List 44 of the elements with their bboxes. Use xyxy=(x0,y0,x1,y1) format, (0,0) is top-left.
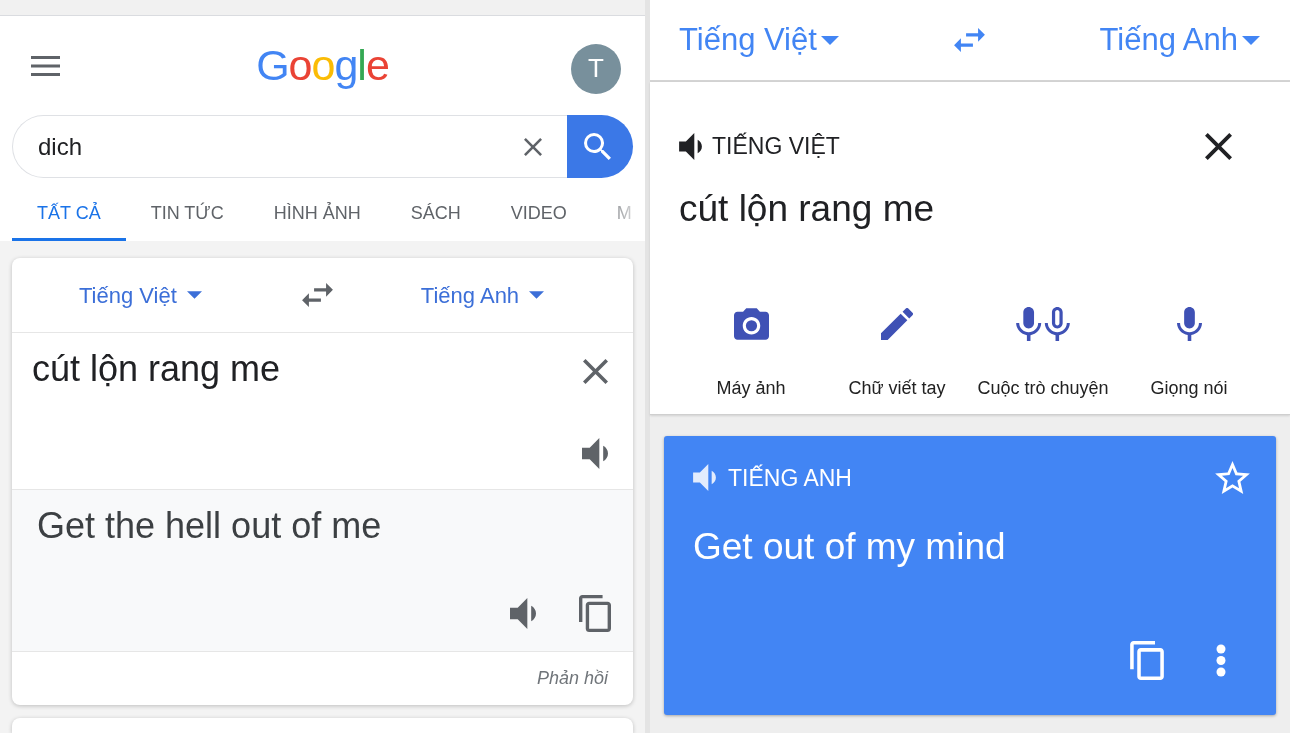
speaker-icon[interactable] xyxy=(582,438,608,469)
feedback-link[interactable]: Phản hồi xyxy=(536,665,608,692)
source-language-button[interactable]: Tiếng Việt xyxy=(79,278,202,312)
close-icon[interactable] xyxy=(583,359,608,384)
copy-icon[interactable] xyxy=(1130,641,1164,680)
camera-icon xyxy=(733,308,769,340)
tab[interactable]: TIN TỨC xyxy=(125,185,249,241)
target-language-button[interactable]: Tiếng Anh xyxy=(420,278,545,312)
target-language-button[interactable]: Tiếng Anh xyxy=(1099,16,1260,64)
two-microphones-icon xyxy=(1016,307,1070,341)
caret-icon xyxy=(186,291,202,299)
input-tool-button[interactable]: Giọng nói xyxy=(1116,304,1262,399)
more-icon[interactable] xyxy=(1216,644,1226,677)
source-text-field[interactable]: cút lộn rang me xyxy=(12,333,582,489)
caret-icon xyxy=(1242,35,1260,45)
close-icon[interactable] xyxy=(524,137,542,156)
search-button[interactable] xyxy=(567,115,633,178)
source-language-button[interactable]: Tiếng Việt xyxy=(679,16,839,64)
tab[interactable]: HÌNH ẢNH xyxy=(248,185,386,241)
input-tool-button[interactable]: Cuộc trò chuyện xyxy=(970,304,1116,399)
source-language-label: TIẾNG VIỆT xyxy=(712,131,840,161)
pencil-icon xyxy=(881,308,913,340)
target-language-label: TIẾNG ANH xyxy=(728,463,852,493)
input-tool-button[interactable]: Máy ảnh xyxy=(678,304,824,399)
input-tool-button[interactable]: Chữ viết tay xyxy=(824,304,970,399)
caret-icon xyxy=(529,291,545,299)
copy-icon[interactable] xyxy=(579,595,611,632)
speaker-icon[interactable] xyxy=(679,132,702,160)
search-icon xyxy=(583,133,611,160)
source-text-field[interactable]: cút lộn rang me xyxy=(650,187,1290,232)
translation-text: Get the hell out of me xyxy=(36,504,383,548)
swap-icon[interactable] xyxy=(953,28,985,52)
translation-text: Get out of my mind xyxy=(693,525,1007,569)
microphone-icon xyxy=(1176,307,1202,341)
caret-icon xyxy=(820,35,839,45)
menu-icon[interactable] xyxy=(31,55,60,76)
swap-icon[interactable] xyxy=(301,283,333,307)
star-icon[interactable] xyxy=(1215,461,1250,494)
tab[interactable]: TẤT CẢ xyxy=(12,185,126,241)
tab[interactable]: SÁCH xyxy=(385,185,486,241)
tab[interactable]: VIDEO xyxy=(485,185,592,241)
google-logo: Google xyxy=(256,40,389,91)
avatar[interactable]: T xyxy=(571,43,621,94)
close-icon[interactable] xyxy=(1205,132,1232,160)
